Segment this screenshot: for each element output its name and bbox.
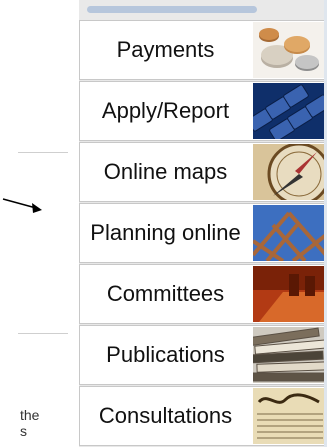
menu-item-committees[interactable]: Committees <box>79 264 327 324</box>
menu-item-label: Payments <box>116 37 215 62</box>
coins-icon <box>253 22 326 78</box>
menu-item-label: Committees <box>106 281 225 306</box>
keyboard-icon <box>253 83 326 139</box>
left-content-column: the s <box>0 0 72 447</box>
roof-frame-icon <box>253 205 326 261</box>
menu-item-label: Apply/Report <box>101 98 230 123</box>
menu-item-label: Publications <box>106 342 225 367</box>
menu-item-label: Planning online <box>90 220 241 245</box>
menu-item-consultations[interactable]: Consultations <box>79 386 327 446</box>
meeting-table-icon <box>253 266 326 322</box>
menu-item-payments[interactable]: Payments <box>79 20 327 80</box>
menu-item-online-maps[interactable]: Online maps <box>79 142 327 202</box>
truncated-text: the <box>20 407 40 423</box>
menu-item-label: Consultations <box>98 403 233 428</box>
arrow-right-icon <box>2 198 42 213</box>
books-icon <box>253 327 326 383</box>
constitution-document-icon <box>253 388 326 444</box>
menu-item-publications[interactable]: Publications <box>79 325 327 385</box>
menu-item-planning-online[interactable]: Planning online <box>79 203 327 263</box>
divider <box>18 333 68 334</box>
truncated-text: s <box>20 423 27 439</box>
divider <box>18 152 68 153</box>
menu-top-edge <box>79 0 327 21</box>
compass-icon <box>253 144 326 200</box>
menu-item-label: Online maps <box>103 159 228 184</box>
menu-item-apply-report[interactable]: Apply/Report <box>79 81 327 141</box>
service-menu: Payments Apply/Report Online maps Planni… <box>79 20 327 447</box>
